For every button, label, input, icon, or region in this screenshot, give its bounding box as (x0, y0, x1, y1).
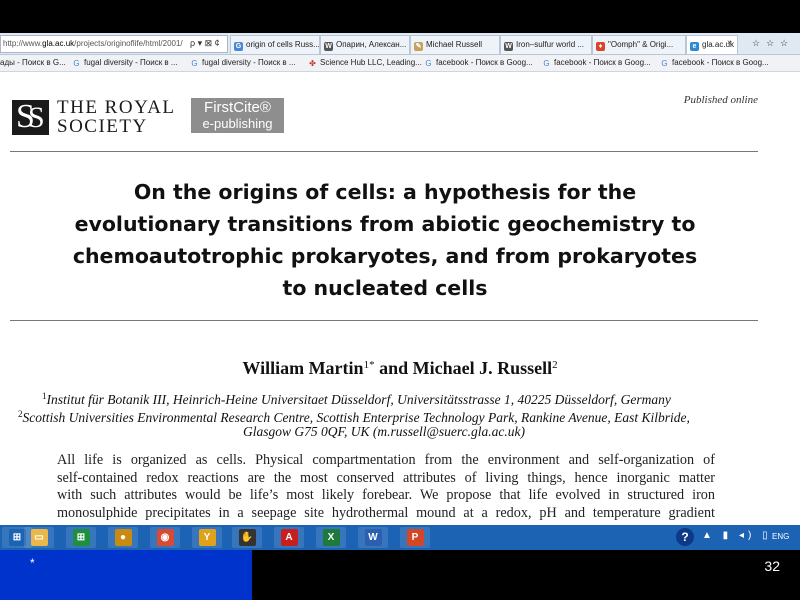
slide-marker: * (30, 556, 35, 570)
abstract-line: self-contained redox reactions are the m… (57, 469, 715, 486)
word-icon: W (364, 529, 382, 546)
wikipedia-icon: W (504, 42, 513, 51)
abstract: All life is organized as cells. Physical… (57, 452, 715, 522)
royal-society-logo-icon: SS (12, 100, 49, 135)
yandex-icon: Y (198, 529, 216, 546)
title-line: evolutionary transitions from abiotic ge… (74, 212, 696, 236)
top-black-strip (0, 0, 800, 33)
author-affiliation-marker: 2 (552, 359, 558, 371)
address-bar-controls[interactable]: ρ ▾ ⊠ ¢ (190, 35, 220, 51)
wikipedia-icon: W (324, 42, 333, 51)
abstract-line: monosulphide precipitates in a seepage s… (57, 504, 715, 521)
tab-origin-of-cells[interactable]: Gorigin of cells Russ... (230, 35, 320, 54)
address-path: /projects/originoflife/html/2001/ (74, 39, 183, 48)
taskbar-file-explorer[interactable]: ▭ (24, 527, 54, 548)
google-icon: G (234, 42, 243, 51)
hand-icon: ✋ (238, 529, 256, 546)
address-host: gla.ac.uk (42, 39, 75, 48)
slide-page-number: 32 (764, 558, 780, 574)
favorites-bar: ады - Поиск в G... Gfugal diversity - По… (0, 55, 800, 72)
taskbar-chrome[interactable]: ◉ (150, 527, 180, 548)
firstcite-badge: FirstCite® e-publishing (191, 98, 284, 133)
start-icon: ⊞ (8, 529, 26, 546)
tab-oomph-origins[interactable]: ♦ "Oomph" & Origi... (592, 35, 686, 54)
divider (10, 151, 758, 152)
system-tray-icons[interactable]: ▲ ▮ ◂) ▯ (702, 530, 772, 541)
firstcite-line1: FirstCite® (204, 99, 271, 116)
ie-icon: e (690, 42, 699, 51)
address-prefix: http://www. (3, 39, 43, 48)
favorite-item[interactable]: Gfugal diversity - Поиск в ... (190, 55, 295, 71)
file-explorer-icon: ▭ (30, 529, 48, 546)
browser-window: http://www.gla.ac.uk/projects/originofli… (0, 33, 800, 525)
favorite-item[interactable]: Gfacebook - Поиск в Goog... (542, 55, 650, 71)
published-online-label: Published online (683, 94, 758, 106)
slide-footer-panel (0, 550, 252, 600)
chrome-icon: ◉ (156, 529, 174, 546)
taskbar-media[interactable]: ● (108, 527, 138, 548)
favorite-item[interactable]: ✤ Science Hub LLC, Leading... (308, 55, 422, 71)
close-tab-icon[interactable]: × (727, 38, 732, 47)
favorite-item[interactable]: Gfacebook - Поиск в Goog... (660, 55, 768, 71)
science-hub-icon: ✤ (309, 59, 316, 68)
tab-oparin[interactable]: W Опарин, Алексан... (320, 35, 410, 54)
acrobat-icon: A (280, 529, 298, 546)
publisher-line1: THE ROYAL (57, 97, 176, 118)
author-name: William Martin (242, 358, 364, 378)
affiliation-2-continued: Glasgow G75 0QF, UK (m.russell@suerc.gla… (242, 424, 526, 439)
author-affiliation-marker: 1* (363, 359, 375, 371)
publisher-name: THE ROYAL SOCIETY (57, 98, 176, 136)
taskbar-acrobat[interactable]: A (274, 527, 304, 548)
divider (10, 320, 758, 321)
authors: William Martin1* and Michael J. Russell2 (160, 358, 640, 379)
site-icon: ✎ (414, 42, 423, 51)
title-line: chemoautotrophic prokaryotes, and from p… (72, 244, 698, 268)
calculator-icon: ⊞ (72, 529, 90, 546)
language-indicator[interactable]: ENG (772, 532, 789, 541)
tab-iron-sulfur-world[interactable]: W Iron–sulfur world ... (500, 35, 592, 54)
document-page: SS THE ROYAL SOCIETY FirstCite® e-publis… (0, 72, 800, 525)
taskbar-yandex[interactable]: Y (192, 527, 222, 548)
taskbar-excel[interactable]: X (316, 527, 346, 548)
firstcite-line2: e-publishing (202, 116, 273, 131)
help-icon[interactable]: ? (676, 528, 694, 546)
taskbar-calc[interactable]: ⊞ (66, 527, 96, 548)
window-controls-icon[interactable]: ☆☆☆ (752, 38, 794, 49)
paper-title: On the origins of cells: a hypothesis fo… (10, 176, 760, 304)
media-icon: ● (114, 529, 132, 546)
author-name: Michael J. Russell (412, 358, 553, 378)
author-conjunction: and (374, 358, 413, 378)
favorite-item[interactable]: Gfacebook - Поиск в Goog... (424, 55, 532, 71)
taskbar-word[interactable]: W (358, 527, 388, 548)
favorite-item[interactable]: Gfugal diversity - Поиск в ... (72, 55, 177, 71)
taskbar-powerpoint[interactable]: P (400, 527, 430, 548)
title-line: On the origins of cells: a hypothesis fo… (133, 180, 637, 204)
site-icon: ♦ (596, 42, 605, 51)
excel-icon: X (322, 529, 340, 546)
google-icon: G (73, 59, 80, 68)
google-icon: G (191, 59, 198, 68)
abstract-line: with such attributes would be life’s mos… (57, 487, 715, 504)
browser-tab-bar: http://www.gla.ac.uk/projects/originofli… (0, 33, 800, 55)
title-line: to nucleated cells (282, 276, 488, 300)
google-icon: G (543, 59, 550, 68)
publisher-line2: SOCIETY (57, 116, 148, 137)
google-icon: G (661, 59, 668, 68)
favorite-item[interactable]: ады - Поиск в G... (0, 55, 66, 71)
taskbar-hand[interactable]: ✋ (232, 527, 262, 548)
powerpoint-icon: P (406, 529, 424, 546)
abstract-line: All life is organized as cells. Physical… (57, 452, 715, 468)
google-icon: G (425, 59, 432, 68)
windows-taskbar: ⊞ ▭ ⊞ ● ◉ Y ✋ A X W P ? ▲ ▮ ◂) ▯ ENG (0, 525, 800, 550)
tab-michael-russell[interactable]: ✎ Michael Russell (410, 35, 500, 54)
